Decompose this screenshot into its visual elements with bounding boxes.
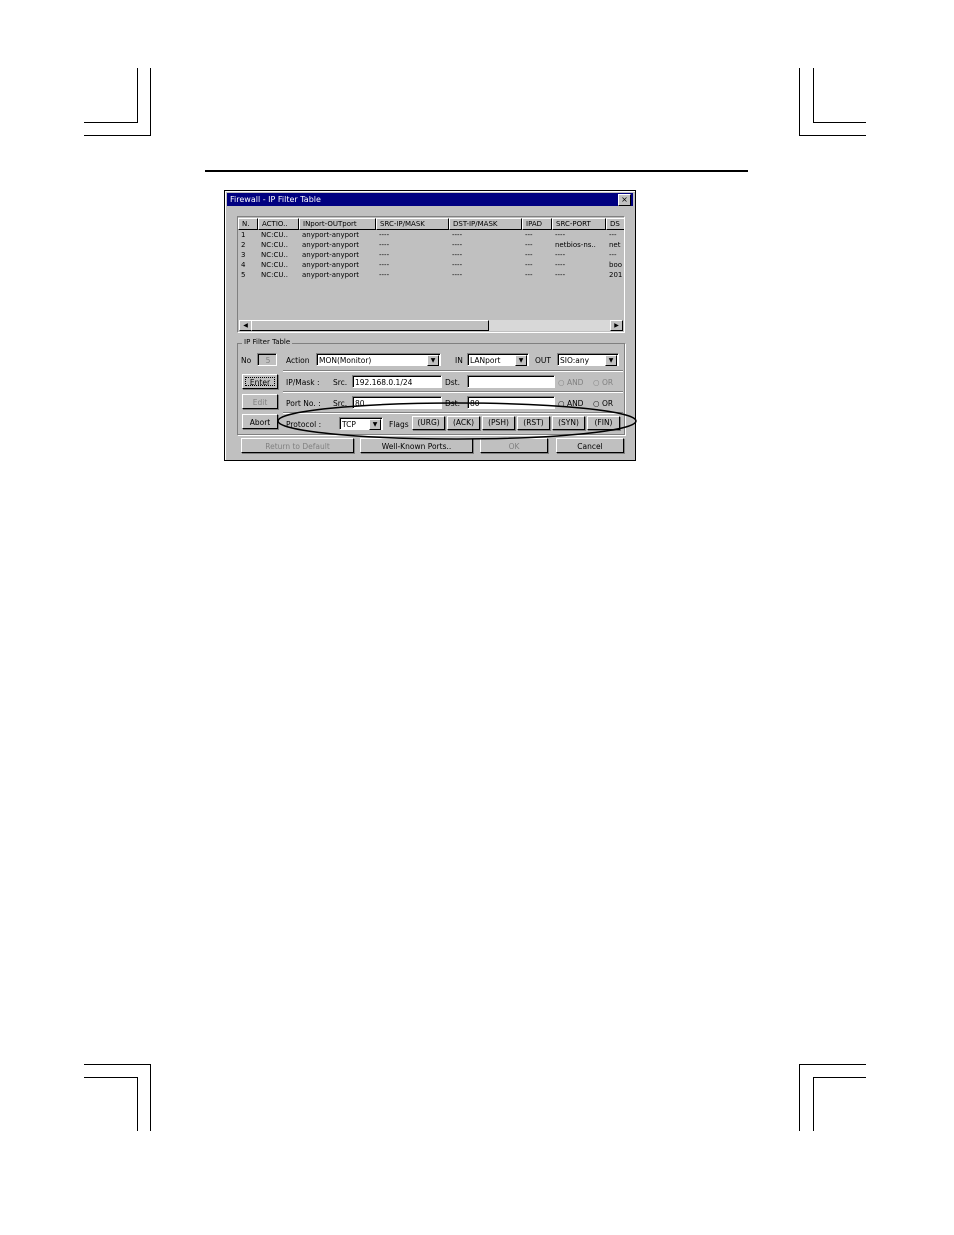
highlight-ellipse xyxy=(277,402,637,440)
